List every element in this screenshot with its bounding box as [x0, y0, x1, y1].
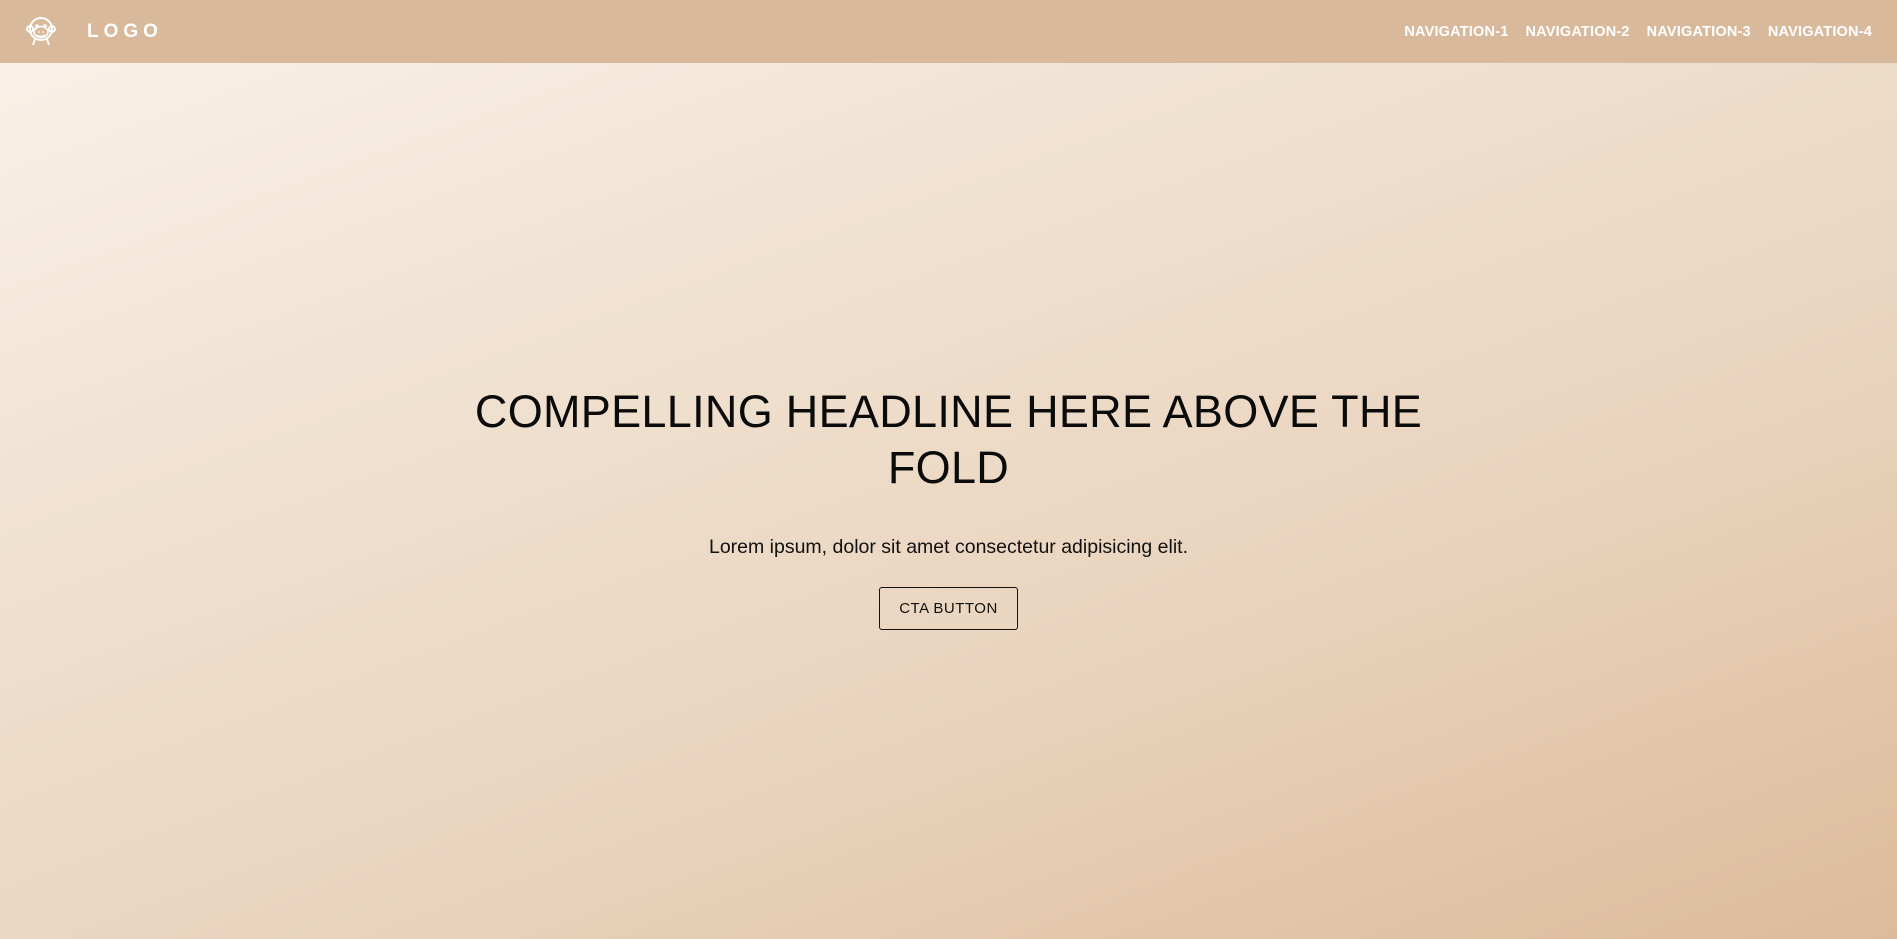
- hero-content: COMPELLING HEADLINE HERE ABOVE THE FOLD …: [469, 384, 1429, 630]
- nav-link-3[interactable]: NAVIGATION-3: [1647, 24, 1751, 40]
- nav-link-2[interactable]: NAVIGATION-2: [1525, 24, 1629, 40]
- hero-section: COMPELLING HEADLINE HERE ABOVE THE FOLD …: [0, 63, 1897, 939]
- main-navigation: NAVIGATION-1 NAVIGATION-2 NAVIGATION-3 N…: [1404, 24, 1872, 40]
- monkey-face-icon[interactable]: [26, 16, 56, 48]
- top-navbar: LOGO NAVIGATION-1 NAVIGATION-2 NAVIGATIO…: [0, 0, 1897, 63]
- hero-headline: COMPELLING HEADLINE HERE ABOVE THE FOLD: [474, 385, 1423, 493]
- nav-link-4[interactable]: NAVIGATION-4: [1768, 24, 1872, 40]
- logo-text[interactable]: LOGO: [87, 21, 163, 43]
- hero-subtext: Lorem ipsum, dolor sit amet consectetur …: [708, 535, 1189, 558]
- cta-button[interactable]: CTA BUTTON: [879, 586, 1018, 630]
- nav-link-1[interactable]: NAVIGATION-1: [1404, 24, 1508, 40]
- brand[interactable]: LOGO: [26, 16, 163, 48]
